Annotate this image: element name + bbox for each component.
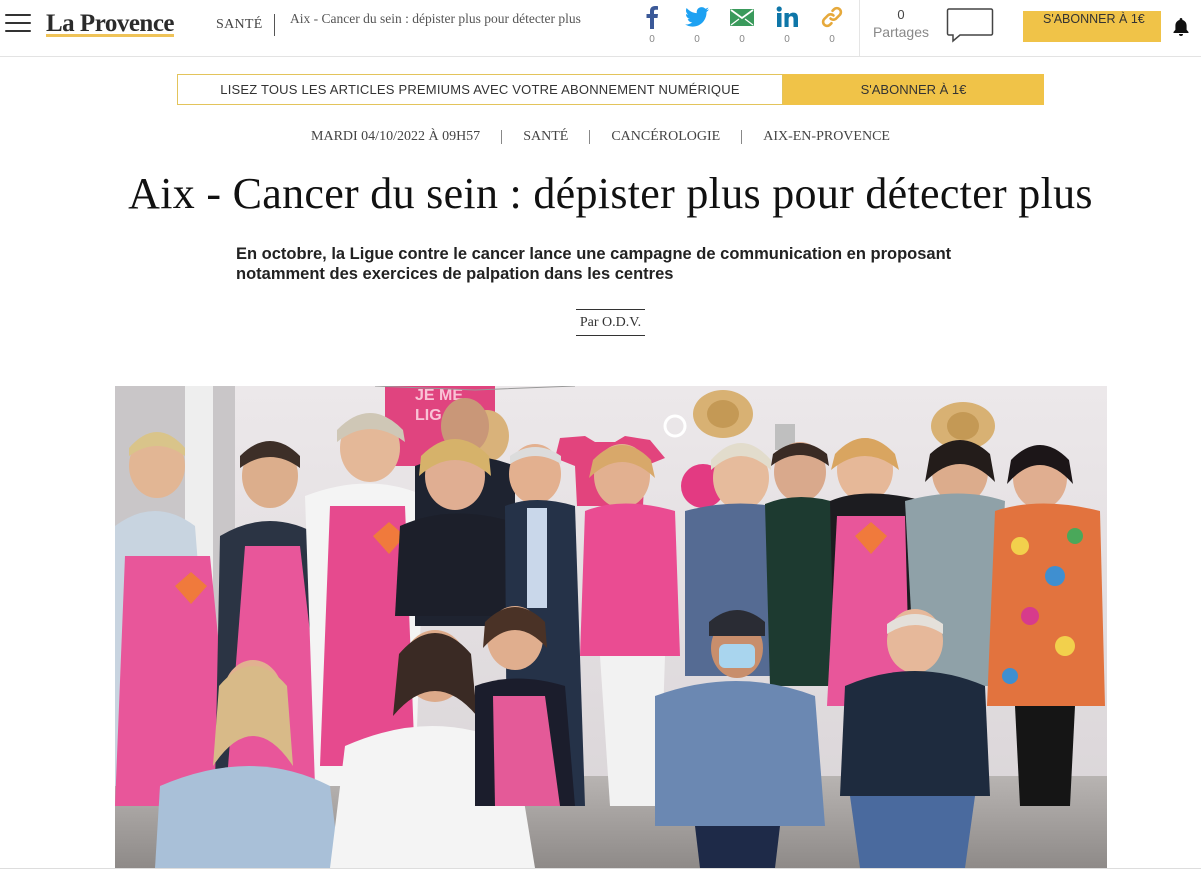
tag-link-cancerologie[interactable]: CANCÉROLOGIE — [611, 129, 720, 144]
page-bottom-divider — [0, 868, 1201, 878]
tag-link-sante[interactable]: SANTÉ — [523, 129, 568, 144]
publish-date: MARDI 04/10/2022 à 09H57 — [311, 129, 481, 144]
subscribe-button[interactable]: S'ABONNER À 1€ — [1023, 11, 1161, 42]
header-section-label[interactable]: SANTÉ — [216, 17, 263, 33]
premium-banner-text: LISEZ TOUS LES ARTICLES PREMIUMS AVEC VO… — [177, 74, 783, 105]
site-logo[interactable]: La Provence — [46, 10, 175, 38]
share-facebook-button[interactable]: 0 — [638, 4, 666, 45]
share-count: 0 — [784, 34, 790, 45]
share-count: 0 — [739, 34, 745, 45]
article-photo: JE ME LIG — [115, 386, 1107, 868]
link-icon — [818, 4, 846, 30]
premium-subscribe-button[interactable]: S'ABONNER À 1€ — [783, 74, 1044, 105]
photo-people — [115, 398, 1105, 868]
article-headline: Aix - Cancer du sein : dépister plus pou… — [128, 169, 1093, 218]
share-count: 0 — [649, 34, 655, 45]
shares-total-count: 0 — [897, 7, 905, 22]
article-standfirst: En octobre, la Ligue contre le cancer la… — [236, 245, 952, 283]
article-byline: Par O.D.V. — [576, 309, 645, 336]
facebook-icon — [638, 4, 666, 30]
share-twitter-button[interactable]: 0 — [683, 4, 711, 45]
share-email-button[interactable]: 0 — [728, 4, 756, 45]
svg-text:LIG: LIG — [415, 407, 442, 424]
header-article-title: Aix - Cancer du sein : dépister plus pou… — [290, 11, 581, 26]
site-header: La Provence SANTÉ Aix - Cancer du sein :… — [0, 0, 1201, 57]
share-link-button[interactable]: 0 — [818, 4, 846, 45]
tag-link-aix-en-provence[interactable]: AIX-EN-PROVENCE — [763, 129, 890, 144]
comment-icon[interactable] — [946, 7, 994, 43]
header-divider — [859, 0, 860, 56]
linkedin-icon — [773, 4, 801, 30]
email-icon — [728, 4, 756, 30]
bell-icon[interactable] — [1172, 17, 1190, 37]
share-count: 0 — [829, 34, 835, 45]
header-divider — [274, 14, 275, 36]
shares-total: 0 Partages — [870, 7, 932, 40]
shares-total-label: Partages — [872, 24, 930, 40]
share-count: 0 — [694, 34, 700, 45]
menu-icon[interactable] — [5, 14, 31, 36]
twitter-icon — [683, 4, 711, 30]
premium-banner: LISEZ TOUS LES ARTICLES PREMIUMS AVEC VO… — [177, 74, 1044, 105]
article-meta: MARDI 04/10/2022 à 09H57 SANTÉ CANCÉROLO… — [0, 129, 1201, 145]
share-linkedin-button[interactable]: 0 — [773, 4, 801, 45]
